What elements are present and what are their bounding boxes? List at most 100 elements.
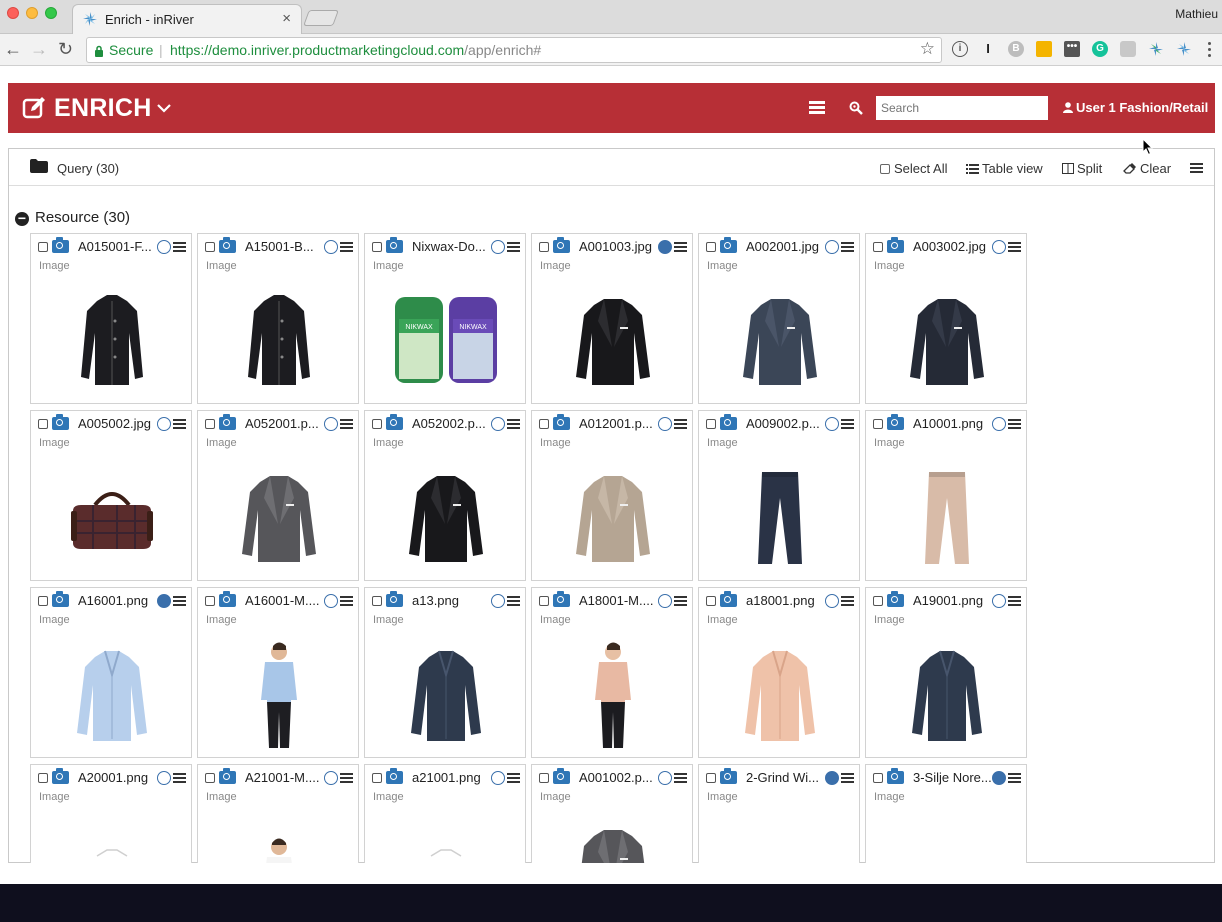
card-name[interactable]: A001002.p...	[579, 770, 659, 785]
select-all-button[interactable]: Select All	[880, 161, 947, 176]
card-thumbnail[interactable]	[699, 632, 859, 757]
grammarly-extension-icon[interactable]: G	[1092, 41, 1108, 57]
card-menu-icon[interactable]	[173, 773, 186, 783]
card-select-circle-icon[interactable]	[658, 594, 672, 608]
card-checkbox[interactable]	[873, 242, 883, 252]
card-select-circle-icon[interactable]	[658, 417, 672, 431]
resource-card[interactable]: A18001-M.... Image	[531, 587, 693, 758]
more-extension-icon[interactable]: •••	[1064, 41, 1080, 57]
resource-card[interactable]: A052001.p... Image	[197, 410, 359, 581]
resource-card[interactable]: A015001-F... Image	[30, 233, 192, 404]
info-extension-icon[interactable]: i	[952, 41, 968, 57]
header-menu-icon[interactable]	[809, 101, 825, 115]
card-menu-icon[interactable]	[1008, 773, 1021, 783]
card-thumbnail[interactable]	[365, 455, 525, 580]
resource-card[interactable]: A002001.jpg Image	[698, 233, 860, 404]
resource-card[interactable]: A009002.p... Image	[698, 410, 860, 581]
card-thumbnail[interactable]	[198, 632, 358, 757]
card-checkbox[interactable]	[873, 596, 883, 606]
card-select-circle-icon[interactable]	[157, 417, 171, 431]
card-select-circle-icon[interactable]	[491, 240, 505, 254]
card-menu-icon[interactable]	[173, 596, 186, 606]
card-select-circle-icon[interactable]	[992, 771, 1006, 785]
card-name[interactable]: A16001-M....	[245, 593, 325, 608]
resource-card[interactable]: A21001-M.... Image	[197, 764, 359, 863]
card-thumbnail[interactable]	[532, 809, 692, 863]
resource-card[interactable]: A19001.png Image	[865, 587, 1027, 758]
card-select-circle-icon[interactable]	[324, 417, 338, 431]
drive-extension-icon[interactable]	[1036, 41, 1052, 57]
card-select-circle-icon[interactable]	[992, 240, 1006, 254]
resource-card[interactable]: A012001.p... Image	[531, 410, 693, 581]
card-checkbox[interactable]	[539, 242, 549, 252]
app-title[interactable]: ENRICH	[54, 94, 152, 123]
card-checkbox[interactable]	[539, 773, 549, 783]
card-menu-icon[interactable]	[507, 773, 520, 783]
card-select-circle-icon[interactable]	[491, 771, 505, 785]
b-extension-icon[interactable]: B	[1008, 41, 1024, 57]
card-select-circle-icon[interactable]	[157, 240, 171, 254]
cloud-extension-icon[interactable]	[1120, 41, 1136, 57]
resource-card[interactable]: A16001-M.... Image	[197, 587, 359, 758]
card-select-circle-icon[interactable]	[825, 594, 839, 608]
card-name[interactable]: A15001-B...	[245, 239, 325, 254]
card-checkbox[interactable]	[706, 242, 716, 252]
card-thumbnail[interactable]	[532, 632, 692, 757]
card-thumbnail[interactable]: NIKWAX NIKWAX	[365, 278, 525, 403]
card-select-circle-icon[interactable]	[324, 771, 338, 785]
card-select-circle-icon[interactable]	[992, 417, 1006, 431]
card-name[interactable]: A052002.p...	[412, 416, 492, 431]
card-thumbnail[interactable]	[31, 809, 191, 863]
resource-card[interactable]: A001003.jpg Image	[531, 233, 693, 404]
card-thumbnail[interactable]	[365, 632, 525, 757]
reload-icon[interactable]: ↻	[58, 39, 73, 60]
back-icon[interactable]: ←	[4, 39, 22, 60]
card-checkbox[interactable]	[38, 596, 48, 606]
table-view-button[interactable]: Table view	[966, 161, 1043, 176]
card-menu-icon[interactable]	[1008, 596, 1021, 606]
browser-tab[interactable]: Enrich - inRiver ×	[72, 4, 302, 34]
card-name[interactable]: a18001.png	[746, 593, 826, 608]
card-select-circle-icon[interactable]	[324, 594, 338, 608]
card-name[interactable]: A003002.jpg	[913, 239, 993, 254]
card-menu-icon[interactable]	[1008, 419, 1021, 429]
card-name[interactable]: a21001.png	[412, 770, 492, 785]
card-menu-icon[interactable]	[841, 242, 854, 252]
card-name[interactable]: A001003.jpg	[579, 239, 659, 254]
card-thumbnail[interactable]	[866, 455, 1026, 580]
minimize-window-button[interactable]	[26, 7, 38, 19]
user-menu[interactable]: User 1 Fashion/Retail	[1076, 100, 1208, 115]
maximize-window-button[interactable]	[45, 7, 57, 19]
card-name[interactable]: A002001.jpg	[746, 239, 826, 254]
card-select-circle-icon[interactable]	[992, 594, 1006, 608]
card-select-circle-icon[interactable]	[825, 771, 839, 785]
card-select-circle-icon[interactable]	[658, 240, 672, 254]
card-select-circle-icon[interactable]	[157, 771, 171, 785]
card-menu-icon[interactable]	[507, 419, 520, 429]
card-checkbox[interactable]	[539, 596, 549, 606]
card-checkbox[interactable]	[706, 596, 716, 606]
card-name[interactable]: A015001-F...	[78, 239, 158, 254]
resource-card[interactable]: Nixwax-Do... Image NIKWAX NIKWAX	[364, 233, 526, 404]
chevron-down-icon[interactable]	[157, 103, 171, 113]
card-checkbox[interactable]	[205, 773, 215, 783]
card-menu-icon[interactable]	[507, 242, 520, 252]
card-name[interactable]: A052001.p...	[245, 416, 325, 431]
card-name[interactable]: Nixwax-Do...	[412, 239, 492, 254]
resource-card[interactable]: a13.png Image	[364, 587, 526, 758]
card-checkbox[interactable]	[706, 773, 716, 783]
card-name[interactable]: 3-Silje Nore...	[913, 770, 993, 785]
card-select-circle-icon[interactable]	[491, 594, 505, 608]
resource-group-header[interactable]: − Resource (30)	[15, 209, 130, 226]
resource-card[interactable]: 3-Silje Nore... Image	[865, 764, 1027, 863]
clear-button[interactable]: Clear	[1123, 161, 1171, 176]
split-button[interactable]: Split	[1062, 161, 1102, 176]
card-checkbox[interactable]	[873, 773, 883, 783]
card-thumbnail[interactable]	[198, 455, 358, 580]
card-checkbox[interactable]	[873, 419, 883, 429]
card-thumbnail[interactable]	[198, 809, 358, 863]
card-checkbox[interactable]	[38, 773, 48, 783]
resource-card[interactable]: A15001-B... Image	[197, 233, 359, 404]
card-name[interactable]: A009002.p...	[746, 416, 826, 431]
card-checkbox[interactable]	[205, 419, 215, 429]
